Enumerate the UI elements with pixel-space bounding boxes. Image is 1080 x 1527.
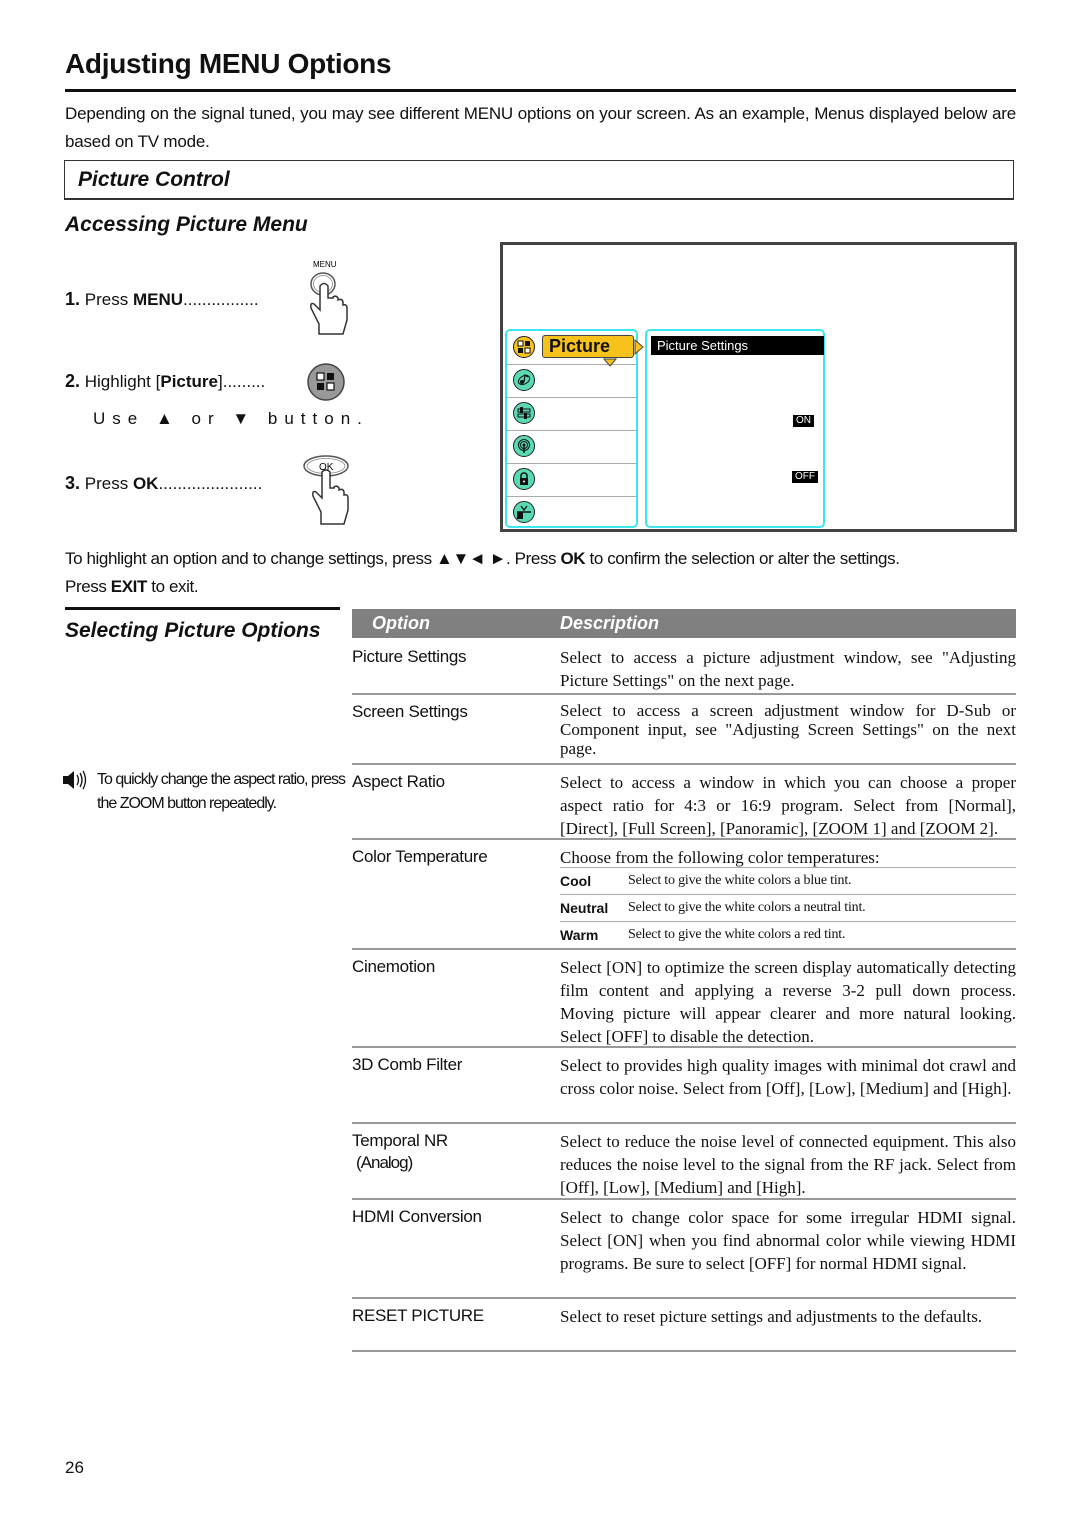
title-rule	[65, 89, 1016, 92]
table-row: Picture Settings Select to access a pict…	[352, 640, 1016, 695]
antenna-icon	[513, 435, 535, 457]
option-description: Select to reduce the noise level of conn…	[560, 1132, 1016, 1197]
osd-main-menu: Picture	[505, 329, 644, 529]
color-temp-warm: Warm Select to give the white colors a r…	[560, 921, 1016, 948]
color-temp-neutral: Neutral Select to give the white colors …	[560, 894, 1016, 921]
header-option: Option	[372, 613, 430, 633]
step-3: 3. Press OK......................	[65, 473, 263, 493]
option-description: Select to access a window in which you c…	[560, 773, 1016, 838]
option-description: Select to provides high quality images w…	[560, 1056, 1016, 1098]
osd-submenu-highlight[interactable]: Picture Settings	[651, 336, 824, 355]
sliders-icon	[513, 402, 535, 424]
table-row: Aspect Ratio Select to access a window i…	[352, 765, 1016, 840]
step-2-hint: Use ▲ or ▼ button.	[93, 409, 369, 428]
intro-paragraph: Depending on the signal tuned, you may s…	[65, 104, 1016, 151]
picture-grid-icon	[513, 336, 535, 358]
option-description: Select [ON] to optimize the screen displ…	[560, 958, 1016, 1046]
color-temp-cool: Cool Select to give the white colors a b…	[560, 867, 1016, 894]
navigation-instructions: To highlight an option and to change set…	[65, 549, 900, 596]
option-description: Select to access a picture adjustment wi…	[560, 648, 1016, 690]
option-name: HDMI Conversion	[352, 1207, 482, 1226]
option-description: Select to reset picture settings and adj…	[560, 1307, 983, 1326]
osd-menu-item-picture[interactable]: Picture	[507, 331, 644, 367]
menu-button-label: MENU	[313, 260, 337, 269]
option-description: Select to change color space for some ir…	[560, 1208, 1016, 1273]
section-header-box: Picture Control	[64, 160, 1014, 200]
osd-toggle-on: ON	[793, 415, 814, 427]
osd-menu-item-setup[interactable]	[507, 397, 636, 431]
step-1: 1. Press MENU................	[65, 289, 259, 309]
table-row: Temporal NR (Analog) Select to reduce th…	[352, 1124, 1016, 1200]
option-name: Cinemotion	[352, 957, 435, 976]
step-2: 2. Highlight [Picture].........	[65, 371, 266, 391]
subsection-title: Accessing Picture Menu	[65, 213, 308, 236]
step-key: Picture	[160, 372, 218, 391]
osd-menu-item-lock[interactable]	[507, 463, 636, 497]
tip-text: To quickly change the aspect ratio, pres…	[97, 771, 346, 812]
step-key: MENU	[132, 290, 183, 309]
table-row: 3D Comb Filter Select to provides high q…	[352, 1048, 1016, 1124]
osd-menu-item-channel[interactable]	[507, 430, 636, 464]
option-name: Aspect Ratio	[352, 772, 445, 791]
option-name: 3D Comb Filter	[352, 1055, 463, 1074]
osd-submenu: Picture Settings ON OFF	[645, 329, 825, 528]
page-title: Adjusting MENU Options	[65, 48, 392, 79]
step-key: OK	[132, 474, 159, 493]
option-name: Color Temperature	[352, 847, 488, 866]
table-row: Color Temperature Choose from the follow…	[352, 840, 1016, 950]
osd-picture-label: Picture	[542, 335, 634, 358]
option-description: Select to access a screen adjustment win…	[560, 701, 1016, 758]
speaker-icon	[63, 770, 87, 790]
selecting-rule	[65, 607, 340, 610]
header-description: Description	[560, 613, 660, 633]
option-name: RESET PICTURE	[352, 1306, 484, 1325]
osd-menu-item-input[interactable]	[507, 496, 636, 529]
tv-input-icon	[513, 501, 535, 523]
osd-toggle-off: OFF	[792, 471, 818, 483]
osd-menu-item-audio[interactable]	[507, 364, 636, 398]
hand-press-ok-icon: OK	[298, 452, 354, 533]
section-title: Picture Control	[78, 168, 230, 191]
option-name: Temporal NR (Analog)	[352, 1131, 448, 1172]
hand-press-menu-icon: MENU	[303, 258, 355, 343]
option-name: Picture Settings	[352, 647, 467, 666]
table-header: Option Description	[352, 609, 1016, 638]
arrow-right-icon	[634, 339, 644, 355]
picture-menu-icon	[306, 362, 346, 407]
lock-icon	[513, 468, 535, 490]
music-note-icon	[513, 369, 535, 391]
table-row: Cinemotion Select [ON] to optimize the s…	[352, 950, 1016, 1048]
table-row: HDMI Conversion Select to change color s…	[352, 1200, 1016, 1299]
table-row: RESET PICTURE Select to reset picture se…	[352, 1299, 1016, 1352]
option-description: Choose from the following color temperat…	[560, 848, 880, 867]
table-row: Screen Settings Select to access a scree…	[352, 695, 1016, 765]
option-name: Screen Settings	[352, 702, 468, 721]
selecting-title: Selecting Picture Options	[65, 619, 321, 642]
page-number: 26	[65, 1458, 84, 1477]
